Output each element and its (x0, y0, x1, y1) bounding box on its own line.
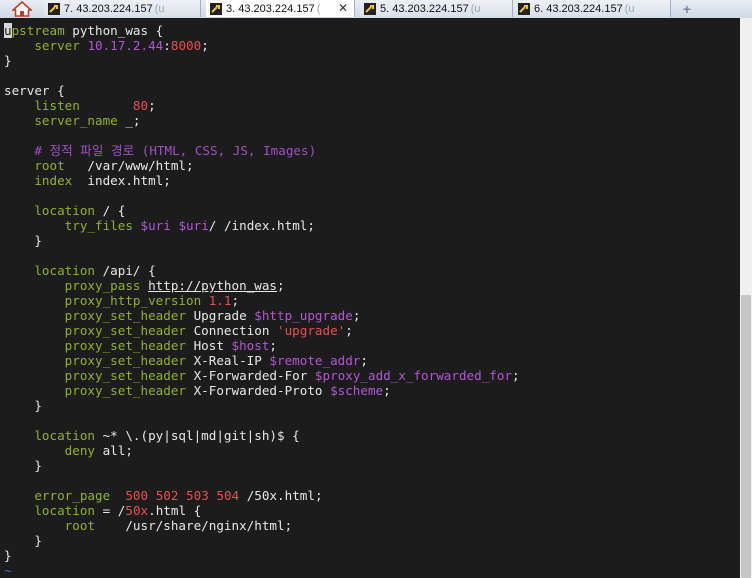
new-tab-icon: + (682, 0, 692, 17)
code-line-7: server_name _; (34, 113, 141, 128)
code-line-20: proxy_set_header Upgrade $http_upgrade; (64, 308, 361, 323)
code-line-25: proxy_set_header X-Forwarded-Proto $sche… (64, 383, 391, 398)
vertical-scrollbar[interactable] (740, 18, 752, 578)
code-line-17: location /api/ { (34, 263, 156, 278)
home-button[interactable] (0, 0, 44, 18)
terminal-key-icon (364, 2, 376, 15)
code-line-28: location ~* \.(py|sql|md|git|sh)$ { (34, 428, 300, 443)
code-line-9: # 정적 파일 경로 (HTML, CSS, JS, Images) (34, 143, 317, 158)
tab-label: 6. 43.203.224.157 (534, 2, 623, 15)
tab-session-6[interactable]: 6. 43.203.224.157 (u (514, 0, 671, 17)
code-line-22: proxy_set_header Host $host; (64, 338, 278, 353)
home-icon (12, 1, 32, 17)
code-line-29: deny all; (64, 443, 133, 458)
tab-label-tail: ( (316, 2, 321, 15)
tab-label: 3. 43.203.224.157 (226, 2, 315, 15)
terminal-key-icon (48, 2, 60, 15)
tab-bar: 7. 43.203.224.157 (u 3. 43.203.224.157 (… (0, 0, 752, 19)
new-tab-button[interactable]: + (672, 0, 702, 17)
code-line-13: location / { (34, 203, 126, 218)
code-line-14: try_files $uri $uri/ /index.html; (64, 218, 315, 233)
code-line-18: proxy_pass http://python_was; (64, 278, 285, 293)
code-line-5: server { (4, 83, 65, 98)
code-line-6: listen 80; (34, 98, 156, 113)
code-line-26: } (34, 398, 42, 413)
tab-label-tail: (u (624, 2, 635, 15)
code-line-35: } (34, 533, 42, 548)
code-line-23: proxy_set_header X-Real-IP $remote_addr; (64, 353, 368, 368)
tab-session-3[interactable]: 3. 43.203.224.157 ( ✕ (206, 0, 355, 17)
code-line-32: error_page 500 502 503 504 /50x.html; (34, 488, 323, 503)
empty-buffer-tilde: ~ (4, 563, 12, 578)
code-line-11: index index.html; (34, 173, 171, 188)
terminal-editor[interactable]: upstream python_was { server 10.17.2.44:… (0, 18, 740, 578)
tab-label: 7. 43.203.224.157 (64, 2, 153, 15)
code-line-15: } (34, 233, 42, 248)
tab-label-tail: (u (470, 2, 481, 15)
code-line-2: server 10.17.2.44:8000; (34, 38, 209, 53)
code-line-30: } (34, 458, 42, 473)
terminal-key-icon (518, 2, 530, 15)
text-cursor: u (4, 23, 12, 38)
code-line-3: } (4, 53, 12, 68)
tab-label-tail: (u (154, 2, 165, 15)
close-icon[interactable]: ✕ (338, 1, 348, 15)
code-line-36: } (4, 548, 12, 563)
scrollbar-thumb[interactable] (741, 295, 751, 578)
code-line-21: proxy_set_header Connection 'upgrade'; (64, 323, 353, 338)
code-line-1: upstream python_was { (4, 23, 164, 38)
code-line-34: root /usr/share/nginx/html; (64, 518, 293, 533)
code-line-33: location = /50x.html { (34, 503, 202, 518)
terminal-key-icon (210, 2, 222, 15)
tab-label: 5. 43.203.224.157 (380, 2, 469, 15)
tab-session-7[interactable]: 7. 43.203.224.157 (u (44, 0, 201, 17)
tab-session-5[interactable]: 5. 43.203.224.157 (u (360, 0, 513, 17)
code-line-24: proxy_set_header X-Forwarded-For $proxy_… (64, 368, 520, 383)
code-line-19: proxy_http_version 1.1; (64, 293, 240, 308)
code-line-10: root /var/www/html; (34, 158, 194, 173)
